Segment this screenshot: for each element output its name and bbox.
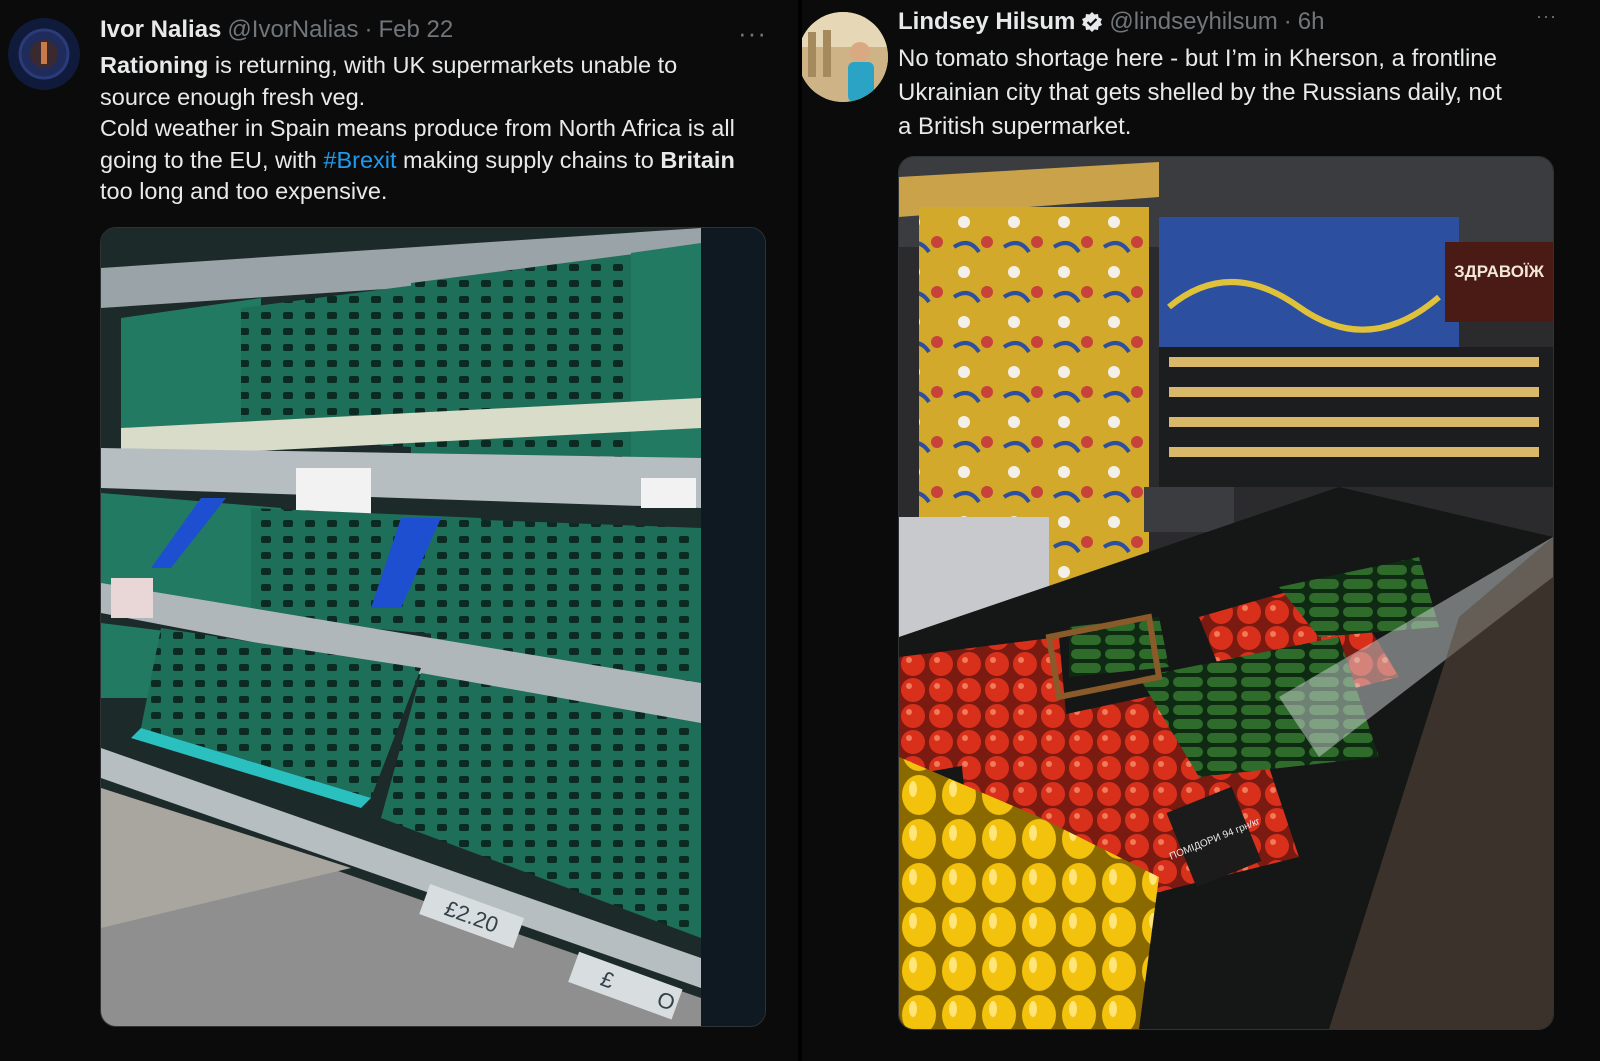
- text-line: making supply chains to: [396, 146, 661, 173]
- text-line: No tomato shortage here - but I’m in Khe…: [898, 45, 1497, 72]
- hashtag-brexit-link[interactable]: #Brexit: [323, 147, 396, 173]
- text-line: going to the EU, with: [100, 146, 324, 173]
- author-handle[interactable]: @lindseyhilsum: [1109, 8, 1277, 36]
- author-handle[interactable]: @IvorNalias: [227, 16, 358, 44]
- text-line: too long and too expensive.: [100, 178, 388, 204]
- avatar[interactable]: [802, 12, 888, 102]
- tweet-photo-empty-shelves[interactable]: £2.20 £ O: [100, 227, 766, 1027]
- tweet-ivor-nalias[interactable]: Ivor Nalias @IvorNalias · Feb 22 ··· Rat…: [0, 0, 798, 1061]
- verified-badge-icon: [1081, 11, 1103, 33]
- tweet-text: No tomato shortage here - but I’m in Khe…: [898, 42, 1588, 144]
- tweet-text: Rationing is returning, with UK supermar…: [100, 50, 780, 208]
- tweet-lindsey-hilsum[interactable]: Lindsey Hilsum @lindseyhilsum · 6h ··· N…: [802, 0, 1600, 1061]
- text-line: Ukrainian city that gets shelled by the …: [898, 79, 1502, 106]
- tweet-timestamp[interactable]: Feb 22: [378, 16, 453, 44]
- tweet-timestamp[interactable]: 6h: [1298, 8, 1325, 36]
- text-line: source enough fresh veg.: [100, 83, 366, 110]
- author-name[interactable]: Ivor Nalias: [100, 16, 221, 44]
- text-line: a British supermarket.: [898, 113, 1132, 140]
- text-line: Cold weather in Spain means produce from…: [100, 115, 735, 141]
- bold-word-rationing: Rationing: [100, 52, 209, 78]
- store-sign: ЗДРАВОЇЖ: [1454, 262, 1545, 281]
- tweet-photo-vegetable-counter[interactable]: ЗДРАВОЇЖ ПОМІДОРИ 94 грн/кг: [898, 156, 1554, 1030]
- bold-word-britain: Britain: [660, 146, 735, 173]
- text-line: is returning, with UK supermarkets unabl…: [208, 52, 678, 78]
- separator-dot: ·: [364, 16, 373, 43]
- more-options-button[interactable]: ···: [1536, 6, 1557, 27]
- separator-dot: ·: [1283, 8, 1292, 35]
- author-name[interactable]: Lindsey Hilsum: [898, 8, 1075, 36]
- more-options-button[interactable]: ···: [738, 18, 767, 49]
- avatar[interactable]: [8, 18, 80, 90]
